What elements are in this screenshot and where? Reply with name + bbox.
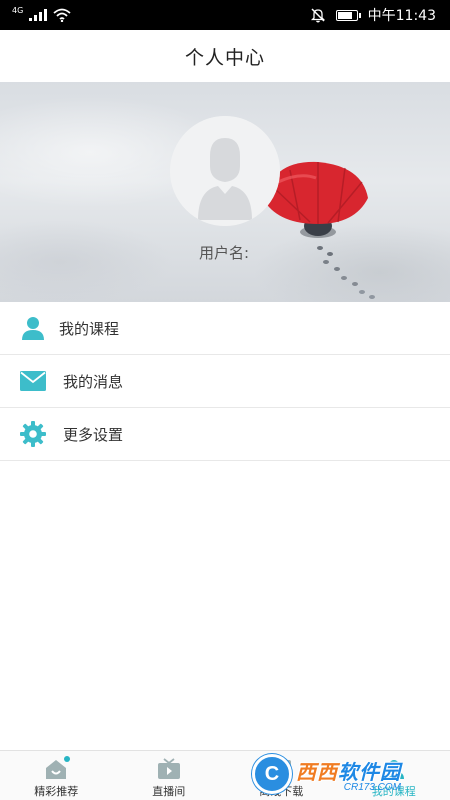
mute-icon: [310, 8, 325, 23]
home-icon: [43, 756, 71, 781]
person-icon: [20, 315, 46, 341]
username-label: 用户名:: [198, 244, 250, 262]
nav-item-recommended[interactable]: 精彩推荐: [0, 751, 113, 800]
battery-icon: [335, 9, 361, 21]
mail-icon: [20, 368, 46, 394]
nav-item-live-room[interactable]: 直播间: [113, 751, 226, 800]
menu-item-label: 我的课程: [59, 319, 120, 338]
signal-icon: [29, 9, 48, 21]
nav-label: 精彩推荐: [34, 785, 79, 798]
watermark-site: CR173.COM: [343, 781, 401, 793]
page-header: 个人中心: [0, 30, 450, 82]
network-type: 4G: [12, 5, 24, 15]
tv-icon: [156, 757, 182, 781]
menu-item-more-settings[interactable]: 更多设置: [0, 408, 450, 461]
nav-label: 直播间: [152, 785, 186, 798]
watermark-circle: C: [252, 754, 292, 794]
watermark-logo: C 西西软件园 CR173.COM: [252, 752, 436, 796]
menu-item-my-courses[interactable]: 我的课程: [0, 302, 450, 355]
battery-level: [337, 11, 352, 19]
watermark-brand-a: 西西: [296, 759, 338, 784]
page-title: 个人中心: [184, 46, 265, 69]
menu-item-label: 我的消息: [63, 372, 124, 391]
avatar[interactable]: [170, 116, 280, 226]
wifi-icon: [53, 8, 71, 22]
menu-item-label: 更多设置: [63, 425, 124, 444]
default-avatar-icon: [170, 116, 280, 226]
menu-item-my-messages[interactable]: 我的消息: [0, 355, 450, 408]
profile-menu: 我的课程 我的消息 更多设置: [0, 302, 450, 461]
status-bar: 4G 中午11:43: [0, 0, 450, 30]
status-time: 中午11:43: [367, 8, 436, 24]
watermark-brand-b: 软件园: [338, 759, 401, 784]
notification-dot: [64, 756, 71, 762]
status-right: 中午11:43: [310, 5, 436, 25]
status-left: 4G: [12, 6, 71, 24]
profile-banner: 用户名:: [0, 82, 450, 302]
gear-icon: [20, 421, 46, 447]
watermark-text: 西西软件园 CR173.COM: [296, 756, 401, 793]
